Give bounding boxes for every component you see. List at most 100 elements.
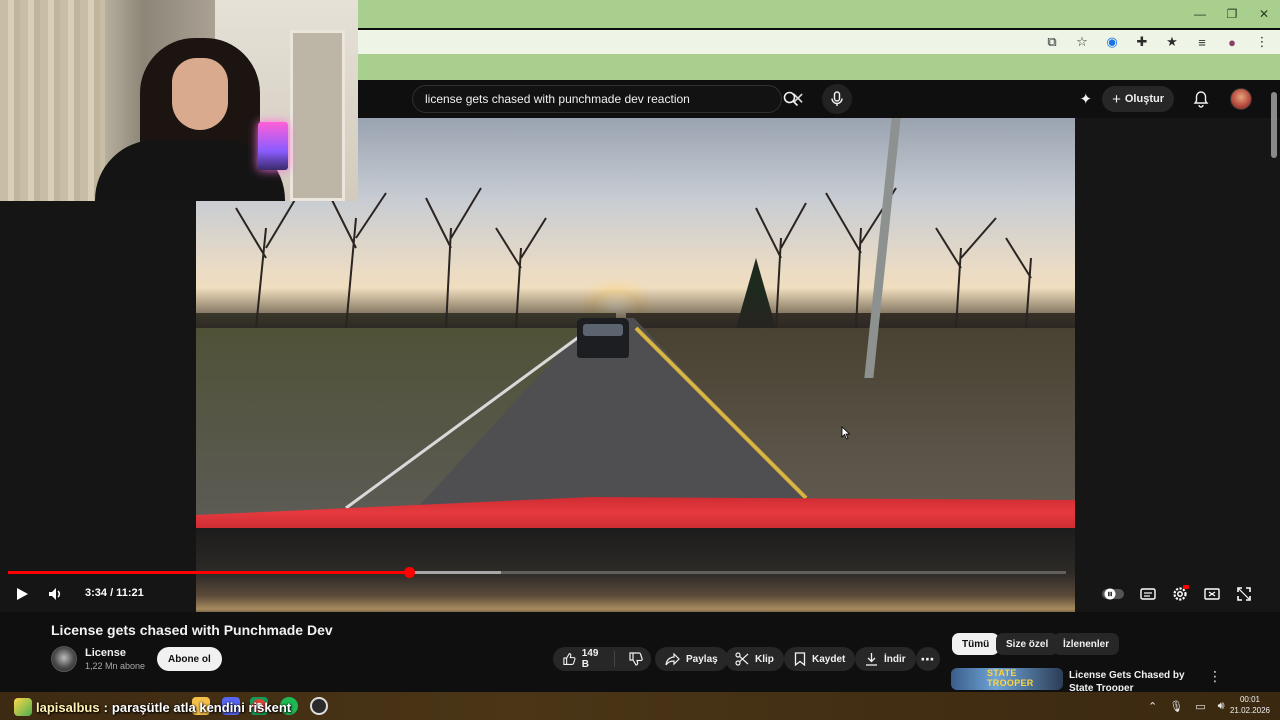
- mute-button[interactable]: [46, 584, 66, 604]
- minimize-button[interactable]: —: [1184, 0, 1216, 28]
- mouse-cursor-icon: [841, 426, 851, 440]
- clock-date: 21.02.2026: [1229, 706, 1271, 715]
- car-dashboard-reflection: [196, 528, 1075, 612]
- webcam-curtain: [0, 0, 105, 201]
- share-button[interactable]: Paylaş: [655, 647, 728, 671]
- speaker-icon[interactable]: ◉: [1104, 34, 1120, 50]
- clip-label: Klip: [755, 653, 774, 665]
- progress-scrubber[interactable]: [403, 567, 415, 578]
- bookmark-icon: [794, 652, 806, 666]
- chip-watched[interactable]: İzlenenler: [1053, 633, 1120, 655]
- recommendation-title[interactable]: License Gets Chased by State Trooper: [1069, 669, 1209, 691]
- gear-icon: [1173, 585, 1189, 601]
- save-button[interactable]: Kaydet: [784, 647, 856, 671]
- subscriber-count: 1,22 Mn abone: [85, 661, 146, 671]
- streamer-body: [95, 140, 285, 201]
- thumbnail-text: STATE TROOPER: [987, 668, 1034, 688]
- play-icon: [17, 588, 28, 600]
- channel-avatar[interactable]: [51, 646, 77, 672]
- address-bar[interactable]: ⧉ ☆ ◉ ✚ ★ ≡ ● ⋮: [358, 30, 1280, 54]
- rgb-lamp: [258, 122, 288, 170]
- settings-button[interactable]: [1169, 584, 1191, 604]
- bookmarks-icon[interactable]: ★: [1164, 34, 1180, 50]
- extensions-icon[interactable]: ✚: [1134, 34, 1150, 50]
- tray-network-icon[interactable]: ▭: [1195, 700, 1205, 713]
- video-title: License gets chased with Punchmade Dev: [51, 622, 333, 638]
- premium-sparkle-icon[interactable]: ✦: [1080, 90, 1093, 108]
- clock-time: 00:01: [1239, 695, 1261, 704]
- chat-overlay-message: lapisalbus : paraşütle atla kendini risk…: [14, 697, 291, 717]
- menu-icon[interactable]: ⋮: [1254, 34, 1270, 50]
- video-letterbox-right: [1075, 118, 1280, 612]
- fullscreen-icon: [1237, 587, 1251, 601]
- screen-share-icon[interactable]: ⧉: [1044, 34, 1060, 50]
- play-button[interactable]: [12, 584, 32, 604]
- clip-button[interactable]: Klip: [725, 647, 784, 671]
- like-button[interactable]: 149 B: [553, 648, 615, 670]
- header-actions: ✦ + Oluştur: [1080, 84, 1280, 114]
- more-actions-button[interactable]: ⋯: [916, 647, 940, 671]
- miniplayer-icon: [1204, 588, 1220, 600]
- progress-played: [8, 571, 409, 574]
- time-display: 3:34 / 11:21: [85, 587, 144, 599]
- chip-all[interactable]: Tümü: [952, 633, 1000, 655]
- star-icon[interactable]: ☆: [1074, 34, 1090, 50]
- car-ahead: [577, 318, 629, 358]
- recommendation-thumbnail[interactable]: STATE TROOPER: [951, 668, 1063, 690]
- recommendation-menu-icon[interactable]: ⋮: [1208, 668, 1222, 685]
- download-label: İndir: [884, 653, 906, 665]
- autoplay-toggle[interactable]: [1102, 584, 1124, 604]
- system-tray: ⌃ 🎙︎ ▭ 🔊︎: [1148, 695, 1225, 717]
- bookmark-bar: [358, 54, 1280, 80]
- share-label: Paylaş: [686, 653, 718, 665]
- taskbar-clock[interactable]: 00:01 21.02.2026: [1228, 694, 1272, 716]
- search-query-text: license gets chased with punchmade dev r…: [425, 92, 690, 106]
- volume-icon: [49, 588, 61, 600]
- youtube-header: license gets chased with punchmade dev r…: [358, 80, 1280, 118]
- captions-button[interactable]: [1138, 584, 1158, 604]
- save-label: Kaydet: [812, 653, 846, 665]
- tray-mic-icon[interactable]: 🎙︎: [1169, 700, 1183, 713]
- video-letterbox-left: [0, 201, 196, 612]
- microphone-icon: [831, 91, 843, 106]
- plus-icon: +: [1112, 90, 1121, 108]
- tray-volume-icon[interactable]: 🔊︎: [1218, 700, 1225, 713]
- search-icon: [783, 91, 799, 107]
- like-count: 149 B: [581, 648, 599, 670]
- chat-message: paraşütle atla kendini riskent: [111, 699, 292, 715]
- progress-bar[interactable]: [8, 567, 1066, 578]
- create-button-label: Oluştur: [1124, 93, 1164, 105]
- autoplay-toggle-icon: [1102, 588, 1124, 600]
- scissors-icon: [735, 652, 749, 666]
- page-scrollbar[interactable]: [1271, 92, 1277, 158]
- streamer-face: [172, 58, 228, 130]
- chip-for-you[interactable]: Size özel: [996, 633, 1059, 655]
- webcam-door: [290, 30, 345, 201]
- obs-icon[interactable]: [310, 697, 328, 715]
- profile-icon[interactable]: ●: [1224, 35, 1240, 50]
- thumbs-down-icon: [629, 652, 643, 666]
- webcam-overlay: [0, 0, 358, 201]
- chat-emote-icon: [14, 698, 32, 716]
- share-icon: [665, 652, 680, 665]
- search-button[interactable]: [778, 86, 804, 112]
- fullscreen-button[interactable]: [1234, 584, 1254, 604]
- media-icon[interactable]: ≡: [1194, 35, 1210, 50]
- subscribe-button[interactable]: Abone ol: [157, 647, 222, 671]
- account-avatar[interactable]: [1230, 88, 1252, 110]
- miniplayer-button[interactable]: [1202, 584, 1222, 604]
- voice-search-button[interactable]: [822, 84, 852, 114]
- like-dislike-group: 149 B: [553, 647, 651, 671]
- search-input[interactable]: license gets chased with punchmade dev r…: [412, 85, 805, 113]
- screen: — ❐ ✕ ⧉ ☆ ◉ ✚ ★ ≡ ● ⋮ license gets chase…: [0, 0, 1280, 720]
- notifications-bell-icon[interactable]: [1192, 90, 1210, 108]
- channel-name[interactable]: License: [85, 647, 126, 659]
- create-button[interactable]: + Oluştur: [1102, 86, 1174, 112]
- browser-toolbar: ⧉ ☆ ◉ ✚ ★ ≡ ● ⋮: [1044, 30, 1280, 54]
- maximize-button[interactable]: ❐: [1216, 0, 1248, 28]
- tray-chevron-icon[interactable]: ⌃: [1148, 700, 1157, 713]
- download-button[interactable]: İndir: [855, 647, 916, 671]
- captions-icon: [1140, 588, 1156, 600]
- dislike-button[interactable]: [621, 652, 651, 666]
- close-window-button[interactable]: ✕: [1248, 0, 1280, 28]
